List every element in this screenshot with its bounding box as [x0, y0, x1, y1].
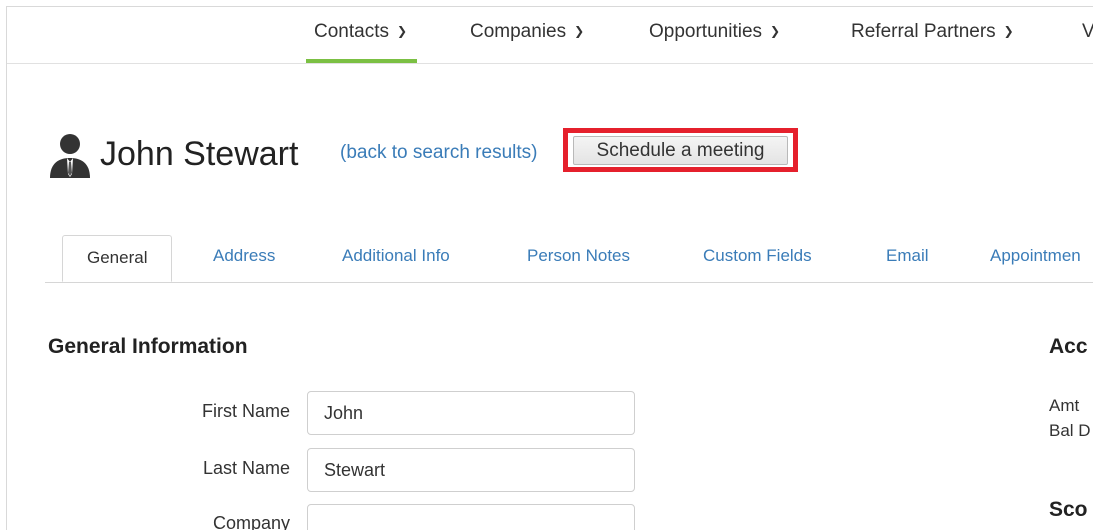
last-name-field[interactable]: [307, 448, 635, 492]
section-title: General Information: [48, 335, 248, 358]
nav-item-label: V: [1082, 21, 1093, 42]
last-name-label: Last Name: [202, 458, 290, 478]
nav-item-label: Companies: [470, 21, 567, 42]
chevron-down-icon: ❯: [1003, 24, 1014, 38]
tab-custom-fields[interactable]: Custom Fields: [703, 235, 812, 282]
balance-label: Bal D: [1049, 421, 1091, 440]
tab-general[interactable]: General: [62, 235, 173, 282]
account-section-title: Acc: [1049, 335, 1088, 358]
amount-label: Amt: [1049, 396, 1080, 415]
tab-address[interactable]: Address: [213, 235, 275, 282]
nav-item-referral-partners[interactable]: Referral Partners ❯: [851, 21, 1014, 63]
chevron-down-icon: ❯: [574, 24, 585, 38]
nav-item-opportunities[interactable]: Opportunities ❯: [649, 21, 780, 63]
person-silhouette-icon: [50, 134, 90, 178]
nav-item-label: Opportunities: [649, 21, 763, 42]
nav-item-companies[interactable]: Companies ❯: [470, 21, 584, 63]
first-name-label: First Name: [201, 401, 290, 421]
back-to-search-link[interactable]: (back to search results): [340, 142, 537, 164]
first-name-field[interactable]: [307, 391, 635, 435]
tab-additional-info[interactable]: Additional Info: [342, 235, 450, 282]
nav-item-label: Contacts: [314, 21, 389, 42]
score-section-title: Sco: [1049, 498, 1088, 521]
nav-item-contacts[interactable]: Contacts ❯: [305, 21, 418, 63]
contact-name: John Stewart: [100, 135, 299, 173]
company-label: Company: [212, 513, 290, 530]
nav-item-truncated[interactable]: V: [1082, 21, 1093, 63]
chevron-down-icon: ❯: [396, 24, 408, 38]
nav-item-label: Referral Partners: [851, 21, 996, 42]
tab-email[interactable]: Email: [886, 235, 929, 282]
top-nav: Contacts ❯ Companies ❯ Opportunities ❯ Refe…: [7, 7, 1093, 64]
tab-appointments[interactable]: Appointmen: [990, 235, 1081, 282]
schedule-meeting-button[interactable]: Schedule a meeting: [573, 136, 788, 165]
app-frame: Contacts ❯ Companies ❯ Opportunities ❯ Refe…: [6, 6, 1093, 530]
tab-bar: General Address Additional Info Person N…: [45, 235, 1093, 283]
chevron-down-icon: ❯: [770, 24, 781, 38]
company-field[interactable]: [307, 504, 635, 530]
tab-person-notes[interactable]: Person Notes: [527, 235, 630, 282]
